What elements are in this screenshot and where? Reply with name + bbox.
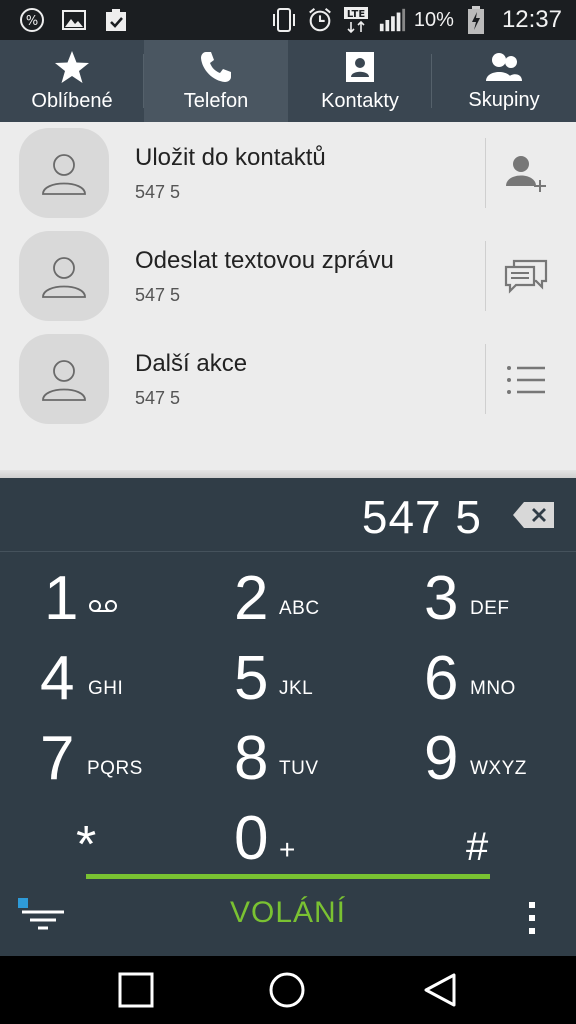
- contact-card-icon: [346, 51, 374, 82]
- message-icon[interactable]: [498, 249, 554, 305]
- list-item-title: Odeslat textovou zprávu: [135, 247, 394, 274]
- dialed-number[interactable]: 547 5: [362, 490, 482, 544]
- status-bar: % LTE 10% 12:37: [0, 0, 576, 40]
- tab-phone[interactable]: Telefon: [144, 40, 288, 122]
- clipboard-check-icon: [102, 6, 130, 34]
- home-icon[interactable]: [267, 970, 307, 1010]
- tab-favorites[interactable]: Oblíbené: [0, 40, 144, 122]
- image-icon: [60, 6, 88, 34]
- svg-text:%: %: [26, 14, 38, 29]
- vibrate-icon: [270, 6, 298, 34]
- list-item-number: 547 5: [135, 182, 181, 202]
- list-item-number: 547 5: [135, 285, 181, 305]
- clock: 12:37: [501, 6, 562, 33]
- back-icon[interactable]: [420, 970, 460, 1010]
- key-9[interactable]: 9 WXYZ: [424, 722, 576, 802]
- signal-icon: [378, 6, 406, 34]
- voicemail-icon: [88, 598, 118, 620]
- avatar: [19, 334, 109, 424]
- key-5[interactable]: 5 JKL: [234, 642, 424, 722]
- alarm-icon: [306, 6, 334, 34]
- call-accent-line: [86, 874, 490, 879]
- tab-groups[interactable]: Skupiny: [432, 40, 576, 122]
- backspace-icon[interactable]: [512, 500, 556, 530]
- avatar: [19, 231, 109, 321]
- person-icon: [42, 257, 86, 298]
- navigation-bar: [0, 956, 576, 1024]
- battery-charging-icon: [462, 6, 490, 34]
- key-0[interactable]: 0 +: [234, 802, 424, 882]
- list-item-number: 547 5: [135, 388, 181, 408]
- phone-icon: [201, 51, 231, 82]
- svg-text:LTE: LTE: [347, 9, 366, 20]
- recents-icon[interactable]: [116, 970, 156, 1010]
- key-4[interactable]: 4 GHI: [40, 642, 230, 722]
- tab-label: Skupiny: [468, 88, 540, 111]
- list-item-save-contact[interactable]: Uložit do kontaktů 547 5: [0, 122, 576, 225]
- tab-contacts[interactable]: Kontakty: [288, 40, 432, 122]
- person-icon: [42, 360, 86, 401]
- list-icon[interactable]: [498, 352, 554, 408]
- key-8[interactable]: 8 TUV: [234, 722, 424, 802]
- list-item-more-actions[interactable]: Další akce 547 5: [0, 328, 576, 431]
- lte-icon: LTE: [342, 6, 370, 34]
- key-hash[interactable]: #: [466, 802, 576, 882]
- number-display: 547 5: [0, 478, 576, 552]
- key-3[interactable]: 3 DEF: [424, 562, 576, 642]
- percent-icon: %: [18, 6, 46, 34]
- list-item-send-message[interactable]: Odeslat textovou zprávu 547 5: [0, 225, 576, 328]
- star-icon: [55, 50, 89, 83]
- tab-label: Kontakty: [321, 89, 399, 112]
- group-icon: [486, 52, 522, 81]
- key-7[interactable]: 7 PQRS: [40, 722, 230, 802]
- avatar: [19, 128, 109, 218]
- person-icon: [42, 154, 86, 195]
- suggestions-list: Uložit do kontaktů 547 5 Odeslat textovo…: [0, 122, 576, 470]
- key-2[interactable]: 2 ABC: [234, 562, 424, 642]
- list-item-title: Uložit do kontaktů: [135, 144, 326, 171]
- key-1[interactable]: 1: [40, 562, 230, 642]
- more-vert-icon[interactable]: [520, 898, 544, 938]
- tab-bar: Oblíbené Telefon Kontakty Skupiny: [0, 40, 576, 122]
- tab-label: Telefon: [183, 89, 249, 112]
- battery-percent: 10%: [413, 8, 454, 31]
- add-contact-icon[interactable]: [498, 146, 554, 202]
- list-item-title: Další akce: [135, 350, 248, 377]
- key-6[interactable]: 6 MNO: [424, 642, 576, 722]
- tab-label: Oblíbené: [31, 89, 113, 112]
- dialpad: 547 5 1 2 ABC 3 DEF 4 GHI 5 JKL 6 MNO 7 …: [0, 478, 576, 956]
- call-button[interactable]: VOLÁNÍ: [0, 896, 576, 930]
